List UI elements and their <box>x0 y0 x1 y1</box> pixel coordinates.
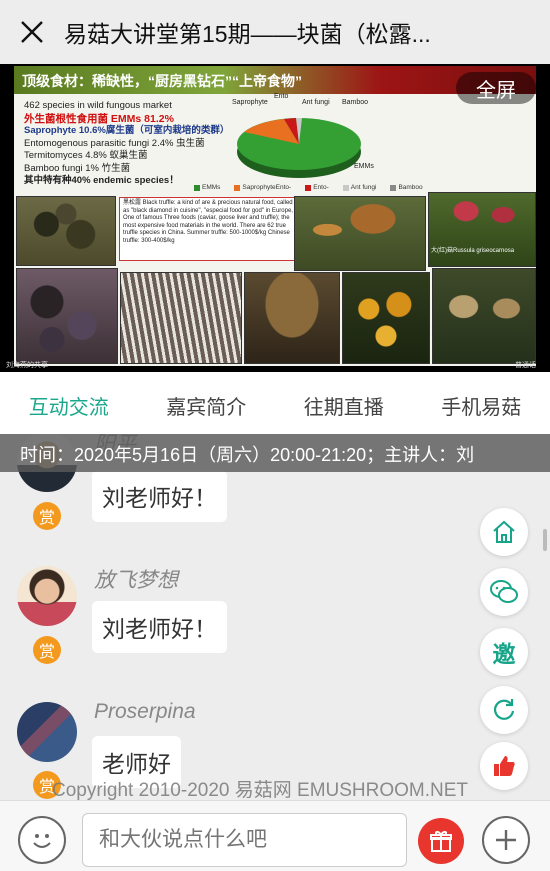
wechat-icon <box>490 580 518 603</box>
gift-button[interactable] <box>418 818 464 864</box>
russula-photo: 大(红)菇Russula griseocarnosa <box>428 192 536 267</box>
pie-label-ento: Ento <box>274 93 289 100</box>
close-icon <box>21 21 43 43</box>
more-button[interactable] <box>482 816 530 864</box>
tab-interaction[interactable]: 互动交流 <box>0 372 138 434</box>
close-button[interactable] <box>0 0 64 64</box>
video-player[interactable]: 顶级食材：稀缺性，“厨房黑钻石”“上帝食物” 462 species in wi… <box>0 64 550 372</box>
slide-note: 黑松露 Black truffle: a kind of are & preci… <box>119 197 297 261</box>
pie-legend: EMMs SaprophyteEnto- Ento- Ant fungi Bam… <box>194 184 444 191</box>
pie-chart: Saprophyte Ento Ant fungi Bamboo EMMs <box>232 93 374 178</box>
slide-bullets: 462 species in wild fungous market 外生菌根性… <box>24 100 234 188</box>
coral-fungus-photo <box>120 272 242 364</box>
refresh-icon <box>493 699 515 720</box>
thumbs-up-icon <box>494 756 515 776</box>
scrollbar[interactable] <box>543 529 547 551</box>
pie-label-ant: Ant fungi <box>302 99 330 106</box>
avatar[interactable] <box>17 702 77 762</box>
lecture-slide: 顶级食材：稀缺性，“厨房黑钻石”“上帝食物” 462 species in wi… <box>14 66 536 366</box>
copyright-watermark: Copyright 2010-2020 易菇网 EMUSHROOM.NET <box>52 780 469 800</box>
gift-icon <box>430 831 452 852</box>
legend-item: Ant fungi <box>350 184 377 191</box>
tab-past-live[interactable]: 往期直播 <box>275 372 413 434</box>
tab-bar: 互动交流 嘉宾简介 往期直播 手机易菇 <box>0 372 550 434</box>
page-title: 易菇大讲堂第15期——块菌（松露... <box>64 21 431 47</box>
message-username: 放飞梦想 <box>94 569 178 592</box>
input-bar <box>0 800 550 871</box>
slide-bullet: Termitomyces 4.8% 蚁巢生菌 <box>24 150 148 161</box>
legend-item: SaprophyteEnto- <box>242 184 292 191</box>
legend-item: Bamboo <box>398 184 423 191</box>
russula-caption: 大(红)菇Russula griseocarnosa <box>431 248 515 254</box>
plus-icon <box>496 830 516 850</box>
home-icon <box>493 520 515 543</box>
reward-button[interactable]: 赏 <box>33 502 61 530</box>
language-label: 普通话 <box>515 362 536 369</box>
announcement-banner: 时间：2020年5月16日（周六）20:00-21:20；主讲人：刘 <box>0 434 550 472</box>
slide-bullet: Saprophyte 10.6%腐生菌（可室内栽培的类群） <box>24 125 230 136</box>
reward-button[interactable]: 赏 <box>33 636 61 664</box>
pie-label-bamboo: Bamboo <box>342 99 368 106</box>
refresh-button[interactable] <box>480 686 528 734</box>
slide-bullet: 462 species in wild fungous market <box>24 100 172 111</box>
title-bar: 易菇大讲堂第15期——块菌（松露... <box>0 0 550 64</box>
boletus-photo <box>244 272 340 364</box>
avatar[interactable] <box>17 566 77 626</box>
dark-truffle-photo <box>16 268 118 364</box>
chanterelle-photo <box>342 272 430 364</box>
fullscreen-button[interactable]: 全屏 <box>456 72 536 104</box>
message-username: Proserpina <box>94 700 196 723</box>
smiley-icon <box>33 834 51 848</box>
emoji-button[interactable] <box>18 816 66 864</box>
slide-bullet: Entomogenous parasitic fungi 2.4% 虫生菌 <box>24 137 205 149</box>
pie-label-emms: EMMs <box>354 163 374 170</box>
mushroom-photo <box>294 196 426 271</box>
morel-photo <box>432 268 536 364</box>
tab-guest-intro[interactable]: 嘉宾简介 <box>138 372 276 434</box>
legend-item: Ento- <box>313 184 329 191</box>
invite-button[interactable]: 邀 <box>480 628 528 676</box>
pie-label-saprophyte: Saprophyte <box>232 99 268 106</box>
slide-bullet: Bamboo fungi 1% 竹生菌 <box>24 162 131 174</box>
chat-input[interactable] <box>82 813 407 867</box>
chat-area[interactable]: 时间：2020年5月16日（周六）20:00-21:20；主讲人：刘 阳平 赏 … <box>0 434 550 800</box>
tab-mobile-emushroom[interactable]: 手机易菇 <box>413 372 550 434</box>
legend-item: EMMs <box>202 184 221 191</box>
message-bubble: 刘老师好！ <box>92 601 227 653</box>
share-label: 刘海燕的共享 <box>6 362 48 369</box>
black-truffle-photo <box>16 196 116 266</box>
wechat-share-button[interactable] <box>480 568 528 616</box>
slide-bullet: 外生菌根性食用菌 EMMs 81.2% <box>24 112 174 125</box>
like-button[interactable] <box>480 742 528 790</box>
home-button[interactable] <box>480 508 528 556</box>
message-bubble: 刘老师好！ <box>92 470 227 522</box>
